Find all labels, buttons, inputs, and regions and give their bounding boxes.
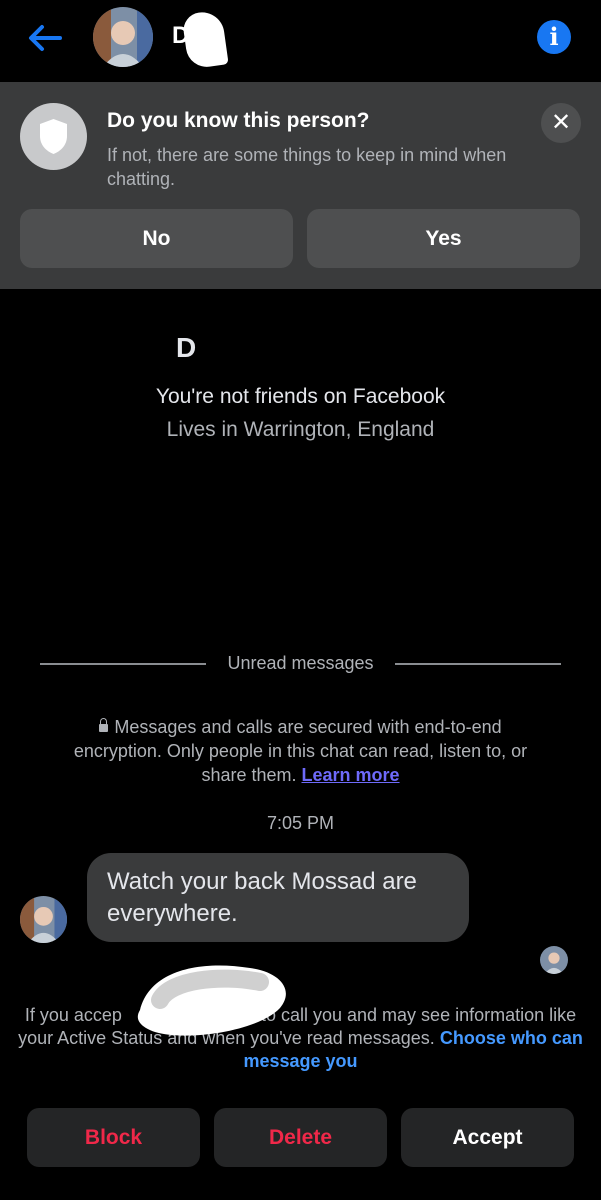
- no-button[interactable]: No: [20, 209, 293, 268]
- close-banner-button[interactable]: ✕: [541, 103, 581, 143]
- location-text: Lives in Warrington, England: [166, 418, 435, 441]
- delete-button[interactable]: Delete: [214, 1108, 387, 1167]
- learn-more-link[interactable]: Learn more: [302, 765, 400, 785]
- encryption-notice: Messages and calls are secured with end-…: [73, 717, 528, 785]
- seen-indicator-avatar: [540, 946, 568, 974]
- shield-icon-container: [20, 103, 87, 170]
- info-button[interactable]: i: [537, 20, 571, 54]
- redaction-mark: [196, 330, 376, 370]
- close-icon: ✕: [550, 109, 572, 136]
- redaction-mark: [181, 9, 229, 70]
- redaction-mark: [130, 960, 300, 1042]
- banner-body: If not, there are some things to keep in…: [107, 145, 507, 189]
- yes-button[interactable]: Yes: [307, 209, 580, 268]
- block-button[interactable]: Block: [27, 1108, 200, 1167]
- lock-icon: [99, 718, 109, 732]
- unread-divider-label: Unread messages: [0, 653, 601, 674]
- friend-status: You're not friends on Facebook: [155, 385, 446, 408]
- arrow-left-icon: [29, 25, 62, 51]
- banner-title: Do you know this person?: [107, 109, 370, 132]
- shield-icon: [40, 119, 67, 154]
- avatar[interactable]: [93, 7, 153, 67]
- sender-avatar[interactable]: [20, 896, 67, 943]
- message-timestamp: 7:05 PM: [266, 813, 335, 833]
- accept-button[interactable]: Accept: [401, 1108, 574, 1167]
- info-icon: i: [549, 22, 559, 51]
- message-request-notice: If you accep be able to call you and may…: [18, 1005, 583, 1071]
- back-button[interactable]: [22, 20, 66, 56]
- message-text: Watch your back Mossad are everywhere.: [107, 868, 417, 927]
